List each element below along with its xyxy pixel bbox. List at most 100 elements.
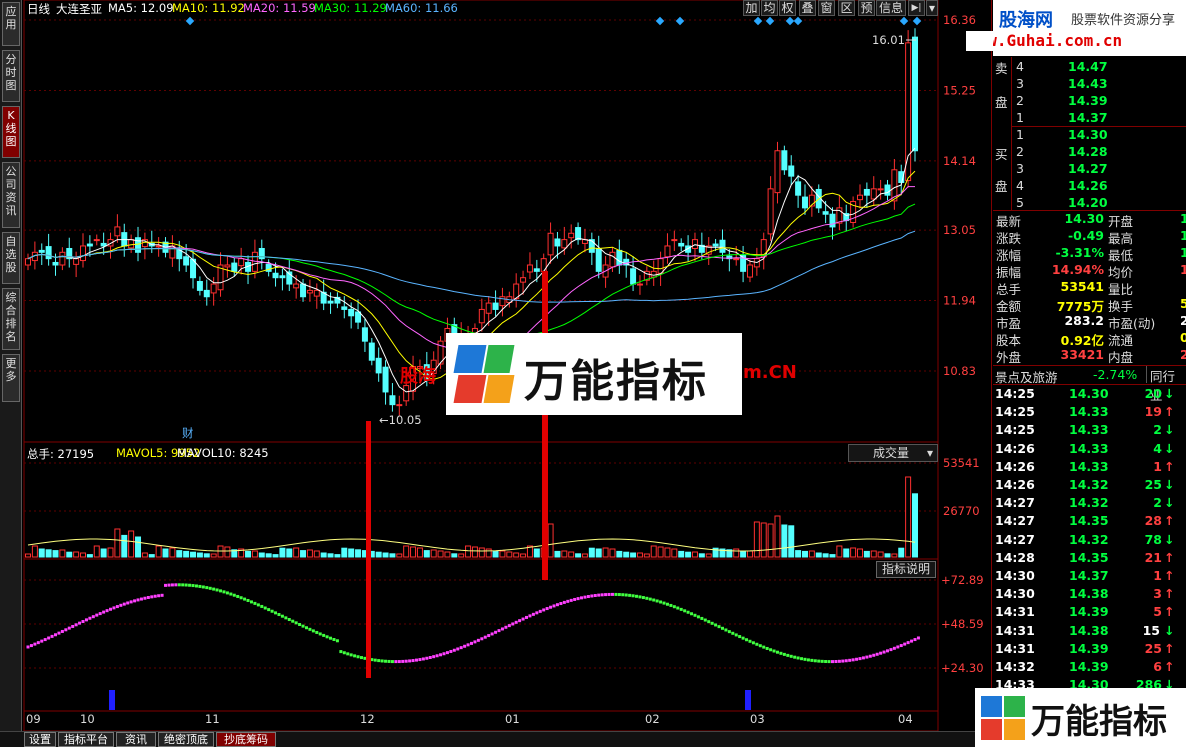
volume-bar — [93, 545, 100, 558]
indicator-help-button[interactable]: 指标说明 — [876, 561, 936, 578]
indicator-dot — [342, 651, 346, 655]
volume-bar — [753, 521, 760, 558]
candle — [375, 357, 382, 374]
indicator-dot — [779, 651, 783, 655]
indicator-dot — [442, 652, 446, 656]
volume-bar — [107, 547, 114, 558]
volume-bar — [190, 551, 197, 558]
tick-volume: 28 — [1144, 513, 1162, 529]
date-tick-label: 02 — [645, 712, 660, 726]
indicator-dot — [906, 641, 910, 645]
indicator-dot — [549, 605, 553, 609]
volume-bar — [822, 553, 829, 558]
tick-time: 14:26 — [995, 440, 1035, 456]
indicator-dot — [425, 656, 429, 660]
indicator-dot — [896, 645, 900, 649]
candle — [485, 302, 492, 314]
quote-value: 1 — [1180, 245, 1186, 260]
indicator-dot — [84, 618, 88, 622]
volume-bar — [52, 550, 59, 558]
buy-signal-bar — [109, 690, 115, 710]
tab-bottom-chips[interactable]: 抄底筹码 — [216, 732, 276, 747]
indicator-dot — [29, 644, 33, 648]
candle — [719, 239, 726, 253]
volume-bar — [554, 550, 561, 558]
indicator-dot — [593, 594, 597, 598]
indicator-dot — [655, 599, 659, 603]
high-price-label: 16.01 — [872, 33, 905, 47]
volume-bar — [602, 547, 609, 558]
tab-indicator-platform[interactable]: 指标平台 — [58, 732, 114, 747]
jump-end-icon[interactable]: ▶| — [908, 0, 925, 16]
price-tick-label: 11.94 — [943, 294, 976, 308]
indicator-dot — [624, 593, 628, 597]
volume-bar — [251, 550, 258, 558]
indicator-dot — [225, 591, 229, 595]
indicator-dot — [607, 592, 611, 596]
indicator-dot — [844, 659, 848, 663]
volume-bar — [664, 547, 671, 558]
toolbar-button[interactable]: 权 — [779, 0, 796, 16]
indicator-dot — [81, 619, 85, 623]
indicator-select[interactable]: 成交量 ▾ — [848, 444, 938, 462]
volume-tick-label: 26770 — [943, 504, 980, 518]
indicator-dot — [408, 659, 412, 663]
ma10-label: MA10: 11.92 — [172, 1, 245, 15]
indicator-dot — [531, 612, 535, 616]
volume-bar — [327, 553, 334, 558]
indicator-dot — [277, 613, 281, 617]
date-tick-label: 01 — [505, 712, 520, 726]
ask-price: 14.37 — [1068, 110, 1108, 125]
toolbar-button[interactable]: 均 — [761, 0, 778, 16]
volume-bar — [575, 553, 582, 558]
tick-volume: 5 — [1153, 604, 1162, 620]
toolbar-button[interactable]: 区 — [838, 0, 855, 16]
indicator-dot — [669, 603, 673, 607]
toolbar-button[interactable]: 加 — [743, 0, 760, 16]
indicator-dot — [325, 635, 329, 639]
indicator-tick-label: +72.89 — [941, 573, 984, 587]
tick-time: 14:32 — [995, 659, 1035, 674]
volume-bar — [623, 551, 630, 558]
indicator-dot — [813, 659, 817, 663]
indicator-dot — [64, 628, 68, 632]
candle — [774, 150, 781, 194]
arrow-down-icon: ↓ — [1164, 440, 1175, 456]
quote-value: 14.30 — [1064, 211, 1104, 226]
indicator-dot — [308, 627, 312, 631]
toolbar-button[interactable]: 预 — [858, 0, 875, 16]
candle — [272, 272, 279, 279]
volume-bar — [444, 551, 451, 558]
ma20-label: MA20: 11.59 — [243, 1, 316, 15]
tab-settings[interactable]: 设置 — [24, 732, 56, 747]
toolbar-button[interactable]: 信息 — [876, 0, 906, 16]
tick-time: 14:25 — [995, 422, 1035, 438]
indicator-dot — [635, 594, 639, 598]
volume-bar — [286, 548, 293, 558]
quote-value: 1 — [1180, 211, 1186, 226]
volume-bar — [128, 530, 135, 558]
tick-price: 14.38 — [1069, 586, 1109, 602]
same-industry-tab[interactable]: 同行业 — [1146, 366, 1186, 403]
indicator-dot — [222, 590, 226, 594]
chevron-down-icon[interactable]: ▾ — [926, 0, 938, 16]
indicator-dot — [727, 630, 731, 634]
candle — [829, 213, 836, 228]
indicator-dot — [335, 639, 339, 643]
candle — [382, 366, 389, 393]
candle — [38, 249, 45, 253]
toolbar-button[interactable]: 叠 — [799, 0, 816, 16]
tick-volume: 19 — [1144, 404, 1162, 420]
event-diamond — [899, 16, 909, 26]
tab-news[interactable]: 资讯 — [116, 732, 156, 747]
candle — [547, 232, 554, 256]
volume-bar — [45, 549, 52, 558]
toolbar-button[interactable]: 窗 — [818, 0, 835, 16]
tick-volume: 21 — [1144, 549, 1162, 565]
volume-bar — [451, 553, 458, 558]
indicator-dot — [521, 617, 525, 621]
indicator-dot — [848, 658, 852, 662]
tab-top-bottom[interactable]: 绝密顶底 — [158, 732, 214, 747]
indicator-dot — [67, 626, 71, 630]
indicator-dot — [586, 595, 590, 599]
